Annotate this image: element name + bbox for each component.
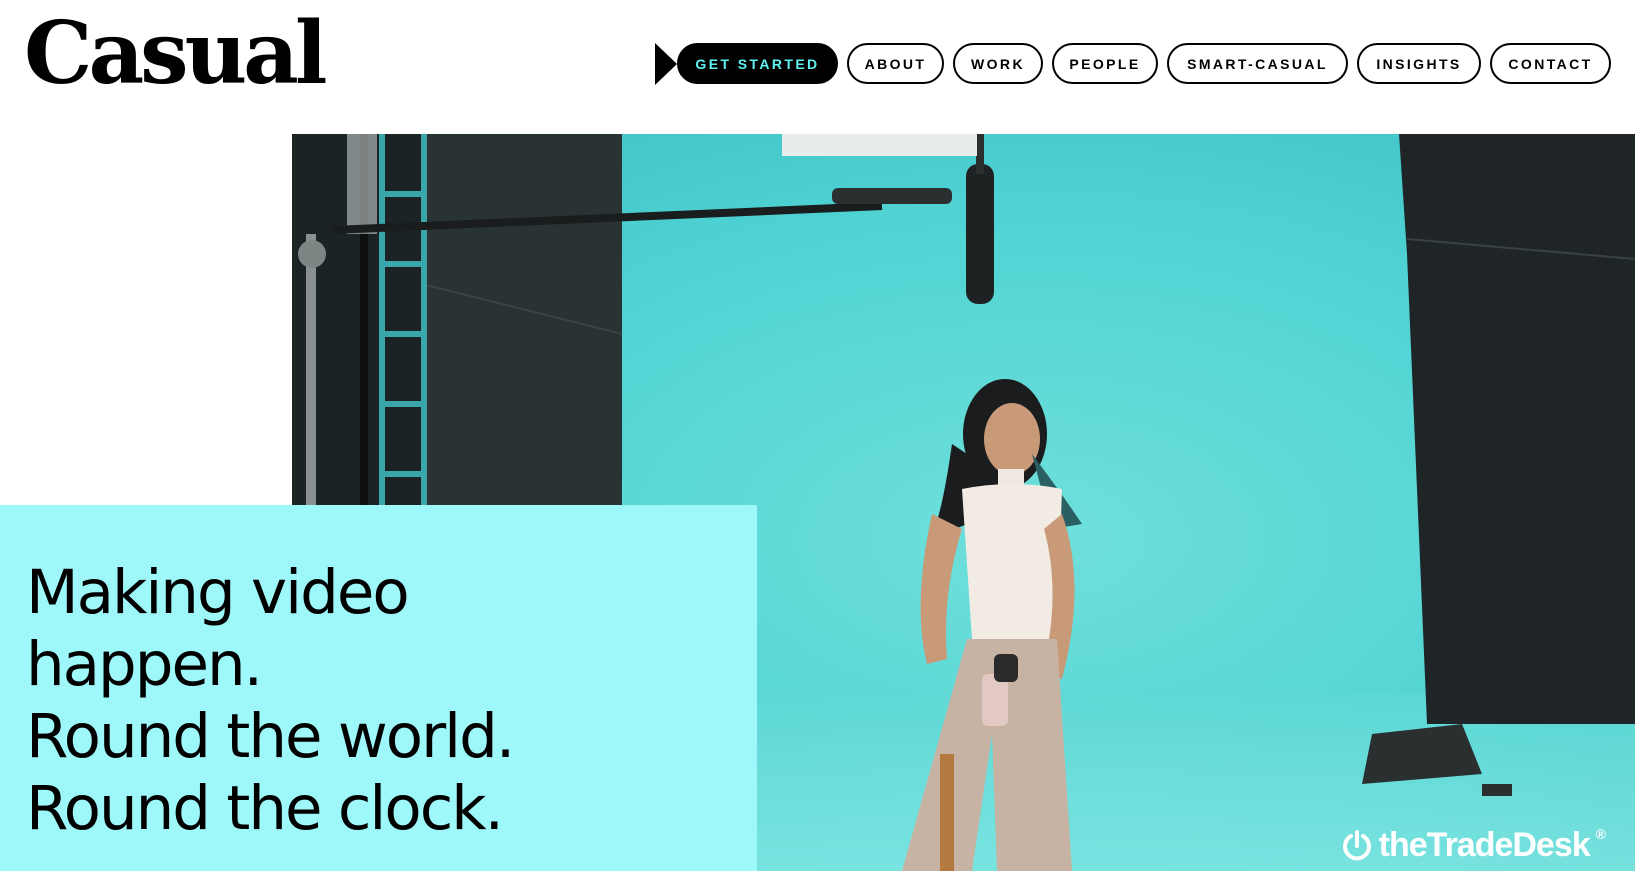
get-started-button[interactable]: GET STARTED	[677, 43, 838, 84]
play-arrow-icon	[655, 42, 677, 85]
power-icon	[1342, 829, 1371, 860]
headline-panel: Making video happen. Round the world. Ro…	[0, 505, 757, 871]
hero-headline: Making video happen. Round the world. Ro…	[26, 557, 515, 845]
tradedesk-text: theTradeDesk	[1378, 826, 1591, 864]
tradedesk-watermark: theTradeDesk ®	[1341, 826, 1606, 865]
nav-item-about[interactable]: ABOUT	[847, 43, 944, 84]
casual-logo[interactable]: Casual	[24, 11, 328, 97]
headline-line: Making video	[26, 557, 410, 628]
main-nav: GET STARTED ABOUT WORK PEOPLE SMART-CASU…	[655, 42, 1611, 85]
nav-item-work[interactable]: WORK	[953, 43, 1043, 84]
nav-item-people[interactable]: PEOPLE	[1052, 43, 1158, 84]
nav-item-insights[interactable]: INSIGHTS	[1357, 43, 1481, 84]
headline-line: Round the world.	[26, 701, 515, 772]
nav-item-contact[interactable]: CONTACT	[1490, 43, 1611, 84]
nav-item-smart-casual[interactable]: SMART-CASUAL	[1167, 43, 1348, 84]
registered-mark: ®	[1595, 826, 1606, 842]
headline-line: Round the clock.	[26, 773, 504, 844]
headline-line: happen.	[26, 629, 263, 700]
